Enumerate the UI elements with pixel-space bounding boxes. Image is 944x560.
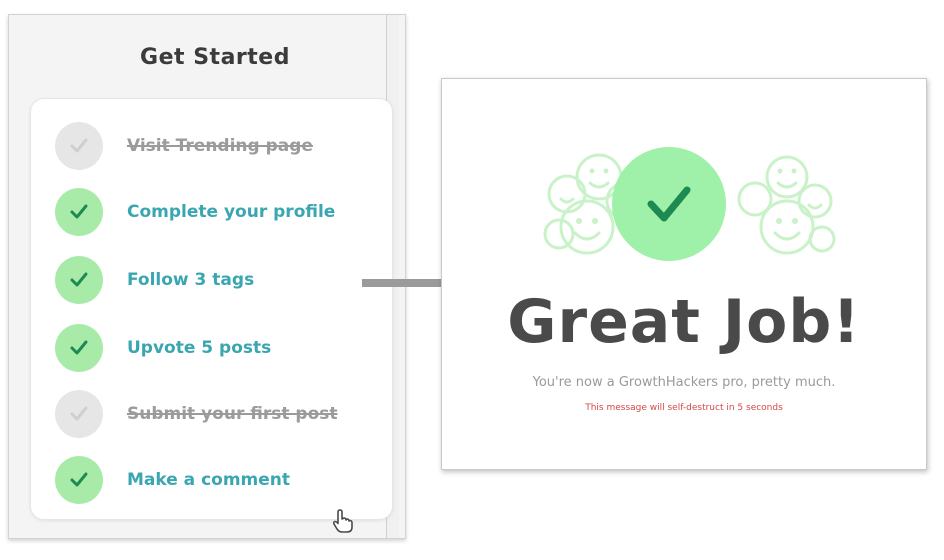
check-icon xyxy=(70,406,88,421)
check-icon xyxy=(70,138,88,153)
task-item-complete-profile[interactable]: Complete your profile xyxy=(55,187,395,237)
check-icon xyxy=(647,186,691,222)
task-status-circle xyxy=(55,456,103,504)
task-item-visit-trending[interactable]: Visit Trending page xyxy=(55,121,395,171)
check-icon xyxy=(70,272,88,287)
task-item-make-comment[interactable]: Make a comment xyxy=(55,455,395,505)
modal-subtext: You're now a GrowthHackers pro, pretty m… xyxy=(532,375,836,390)
success-check-circle xyxy=(612,147,726,261)
task-label: Visit Trending page xyxy=(127,136,313,156)
check-icon xyxy=(70,340,88,355)
task-item-submit-post[interactable]: Submit your first post xyxy=(55,389,395,439)
task-label: Make a comment xyxy=(127,470,291,490)
task-item-follow-tags[interactable]: Follow 3 tags xyxy=(55,255,395,305)
task-item-upvote-posts[interactable]: Upvote 5 posts xyxy=(55,323,395,373)
task-label: Upvote 5 posts xyxy=(127,338,272,358)
panel-title: Get Started xyxy=(140,44,290,70)
task-status-circle xyxy=(55,188,103,236)
check-icon xyxy=(70,472,88,487)
success-modal: Great Job! You're now a GrowthHackers pr… xyxy=(441,78,927,470)
task-status-circle xyxy=(55,324,103,372)
modal-heading: Great Job! xyxy=(507,287,861,357)
check-icon xyxy=(70,204,88,219)
task-label: Complete your profile xyxy=(127,202,336,222)
task-status-circle xyxy=(55,256,103,304)
task-label: Follow 3 tags xyxy=(127,270,255,290)
task-label: Submit your first post xyxy=(127,404,338,424)
checklist-card: Visit Trending page Complete your profil… xyxy=(30,98,393,520)
hand-cursor-icon xyxy=(332,509,353,533)
task-status-circle xyxy=(55,122,103,170)
task-status-circle xyxy=(55,390,103,438)
self-destruct-note: This message will self-destruct in 5 sec… xyxy=(585,403,783,413)
